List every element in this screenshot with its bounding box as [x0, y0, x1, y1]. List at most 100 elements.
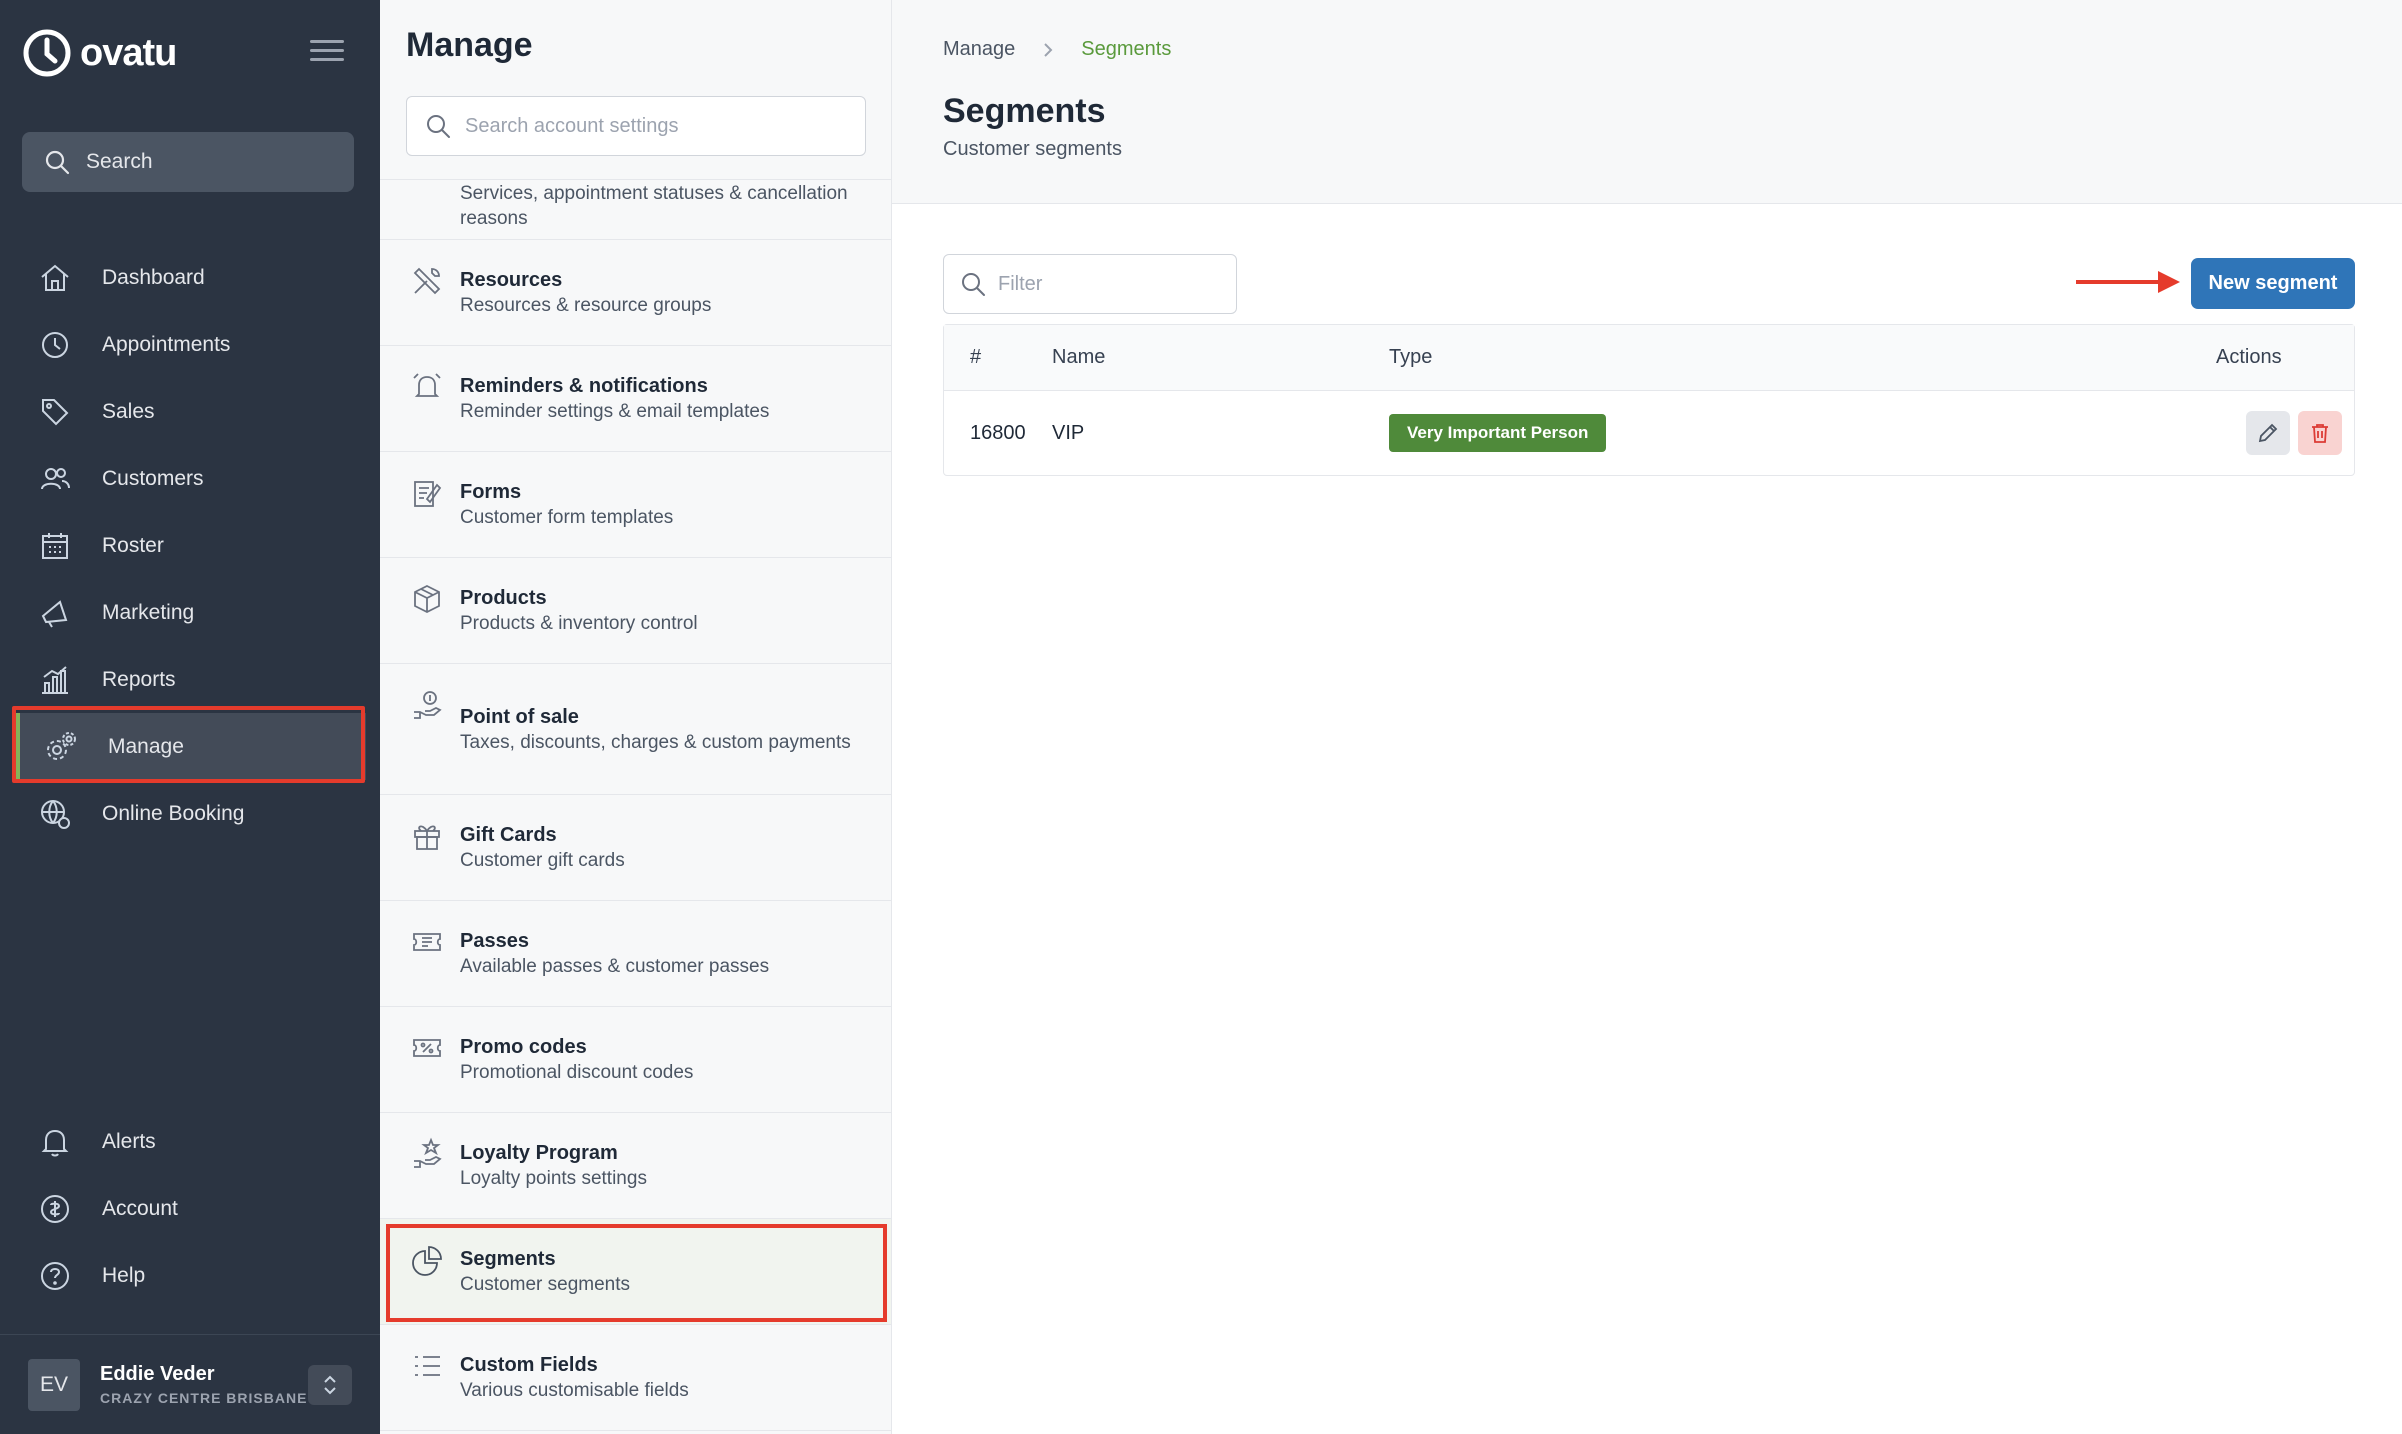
- settings-item-products[interactable]: Products Products & inventory control: [380, 558, 891, 664]
- settings-item-title: Loyalty Program: [460, 1142, 618, 1164]
- settings-search-input[interactable]: [465, 114, 845, 138]
- edit-segment-button[interactable]: [2246, 411, 2290, 455]
- pencil-icon: [2258, 423, 2278, 443]
- settings-item-desc: Customer segments: [460, 1274, 631, 1295]
- settings-item-desc: Products & inventory control: [460, 613, 698, 634]
- settings-item-reminders[interactable]: Reminders & notifications Reminder setti…: [380, 346, 891, 452]
- search-icon: [427, 115, 450, 138]
- user-profile[interactable]: EV Eddie Veder CRAZY CENTRE BRISBANE: [0, 1334, 380, 1434]
- sidebar-search-button[interactable]: Search: [22, 132, 354, 192]
- column-header-type: Type: [1389, 346, 1433, 368]
- settings-item-loyalty-program[interactable]: Loyalty Program Loyalty points settings: [380, 1113, 891, 1219]
- page-header: Manage Segments Segments Customer segmen…: [892, 0, 2402, 204]
- new-segment-button[interactable]: New segment: [2191, 258, 2355, 309]
- page-title: Segments: [943, 92, 1106, 130]
- settings-item-desc: Available passes & customer passes: [460, 956, 770, 977]
- breadcrumb-current[interactable]: Segments: [1081, 38, 1171, 61]
- home-icon: [41, 264, 69, 291]
- manage-panel-title: Manage: [406, 26, 533, 64]
- brand[interactable]: ovatu: [22, 26, 177, 80]
- settings-item-desc: Promotional discount codes: [460, 1062, 694, 1083]
- manage-panel-header: Manage: [380, 0, 891, 180]
- settings-item-custom-fields[interactable]: Custom Fields Various customisable field…: [380, 1325, 891, 1431]
- sidebar-item-marketing[interactable]: Marketing: [0, 579, 380, 646]
- table-row[interactable]: 16800 VIP Very Important Person: [944, 391, 2354, 475]
- sidebar-item-manage[interactable]: Manage: [14, 713, 366, 780]
- sidebar-item-label: Help: [102, 1263, 146, 1287]
- tag-icon: [42, 398, 69, 425]
- box-icon: [414, 584, 440, 614]
- settings-item-title: Products: [460, 587, 547, 609]
- sidebar-item-help[interactable]: Help: [0, 1242, 380, 1309]
- sidebar-item-dashboard[interactable]: Dashboard: [0, 244, 380, 311]
- sidebar-item-label: Marketing: [102, 600, 195, 624]
- settings-item-desc: Services, appointment statuses & cancell…: [460, 183, 848, 229]
- settings-item-title: Resources: [460, 269, 563, 291]
- sidebar-item-customers[interactable]: Customers: [0, 445, 380, 512]
- arrow-right-icon: [2076, 271, 2180, 293]
- sidebar-item-alerts[interactable]: Alerts: [0, 1108, 380, 1175]
- settings-item-services[interactable]: Services, appointment statuses & cancell…: [380, 180, 891, 240]
- settings-item-forms[interactable]: Forms Customer form templates: [380, 452, 891, 558]
- tools-icon: [413, 267, 441, 295]
- sidebar-item-label: Appointments: [102, 332, 231, 356]
- sidebar-item-label: Alerts: [102, 1129, 156, 1153]
- page-subtitle: Customer segments: [943, 138, 1122, 160]
- account-switcher-button[interactable]: [308, 1365, 352, 1405]
- settings-item-resources[interactable]: Resources Resources & resource groups: [380, 240, 891, 346]
- search-icon: [45, 150, 70, 175]
- globe-gear-icon: [41, 799, 70, 829]
- menu-toggle-icon[interactable]: [310, 40, 344, 66]
- delete-segment-button[interactable]: [2298, 411, 2342, 455]
- settings-item-point-of-sale[interactable]: Point of sale Taxes, discounts, charges …: [380, 664, 891, 795]
- segment-name: VIP: [1052, 421, 1085, 444]
- hand-coin-icon: [414, 691, 442, 719]
- breadcrumb-manage-link[interactable]: Manage: [943, 38, 1015, 61]
- sidebar-item-label: Sales: [102, 399, 155, 423]
- brand-name: ovatu: [80, 31, 177, 74]
- avatar: EV: [28, 1358, 80, 1411]
- sidebar-item-reports[interactable]: Reports: [0, 646, 380, 713]
- settings-item-segments[interactable]: Segments Customer segments: [380, 1219, 891, 1325]
- sidebar-item-label: Reports: [102, 667, 176, 691]
- manage-settings-panel: Manage Services, appointment statuses & …: [380, 0, 892, 1434]
- chart-icon: [42, 665, 68, 694]
- settings-item-desc: Taxes, discounts, charges & custom payme…: [460, 731, 851, 753]
- sidebar-item-roster[interactable]: Roster: [0, 512, 380, 579]
- chevron-right-icon: [1044, 42, 1053, 57]
- sidebar-item-appointments[interactable]: Appointments: [0, 311, 380, 378]
- settings-search: [406, 96, 866, 156]
- settings-item-desc: Resources & resource groups: [460, 295, 712, 316]
- sidebar-search-label: Search: [86, 150, 153, 173]
- main-sidebar: ovatu Search Dashboard Appointments Sale…: [0, 0, 380, 1434]
- filter-input[interactable]: [998, 272, 1218, 296]
- settings-item-title: Reminders & notifications: [460, 375, 708, 397]
- sidebar-item-online-booking[interactable]: Online Booking: [0, 780, 380, 847]
- row-actions: [2204, 411, 2354, 455]
- settings-item-promo-codes[interactable]: Promo codes Promotional discount codes: [380, 1007, 891, 1113]
- settings-item-gift-cards[interactable]: Gift Cards Customer gift cards: [380, 795, 891, 901]
- segments-table: # Name Type Actions 16800 VIP Very Impor…: [943, 324, 2355, 476]
- sidebar-item-account[interactable]: Account: [0, 1175, 380, 1242]
- settings-item-title: Custom Fields: [460, 1354, 598, 1376]
- settings-item-title: Gift Cards: [460, 824, 557, 846]
- user-organization: CRAZY CENTRE BRISBANE: [100, 1390, 308, 1406]
- pie-chart-icon: [412, 1246, 442, 1276]
- trash-icon: [2312, 424, 2328, 443]
- ovatu-logo-icon: [23, 29, 71, 77]
- megaphone-icon: [41, 599, 68, 628]
- sidebar-item-label: Roster: [102, 533, 164, 557]
- sidebar-bottom-nav: Alerts Account Help: [0, 1108, 380, 1309]
- segment-type-cell: Very Important Person: [1389, 414, 2204, 452]
- settings-item-desc: Various customisable fields: [460, 1380, 689, 1401]
- sidebar-item-sales[interactable]: Sales: [0, 378, 380, 445]
- calendar-icon: [42, 532, 68, 559]
- main-content: Manage Segments Segments Customer segmen…: [892, 0, 2402, 1434]
- settings-list: Services, appointment statuses & cancell…: [380, 180, 891, 1431]
- ticket-icon: [413, 933, 441, 951]
- sidebar-item-label: Customers: [102, 466, 204, 490]
- segment-number: 16800: [970, 421, 1026, 444]
- settings-item-passes[interactable]: Passes Available passes & customer passe…: [380, 901, 891, 1007]
- settings-item-desc: Customer gift cards: [460, 850, 625, 871]
- help-icon: [41, 1261, 69, 1290]
